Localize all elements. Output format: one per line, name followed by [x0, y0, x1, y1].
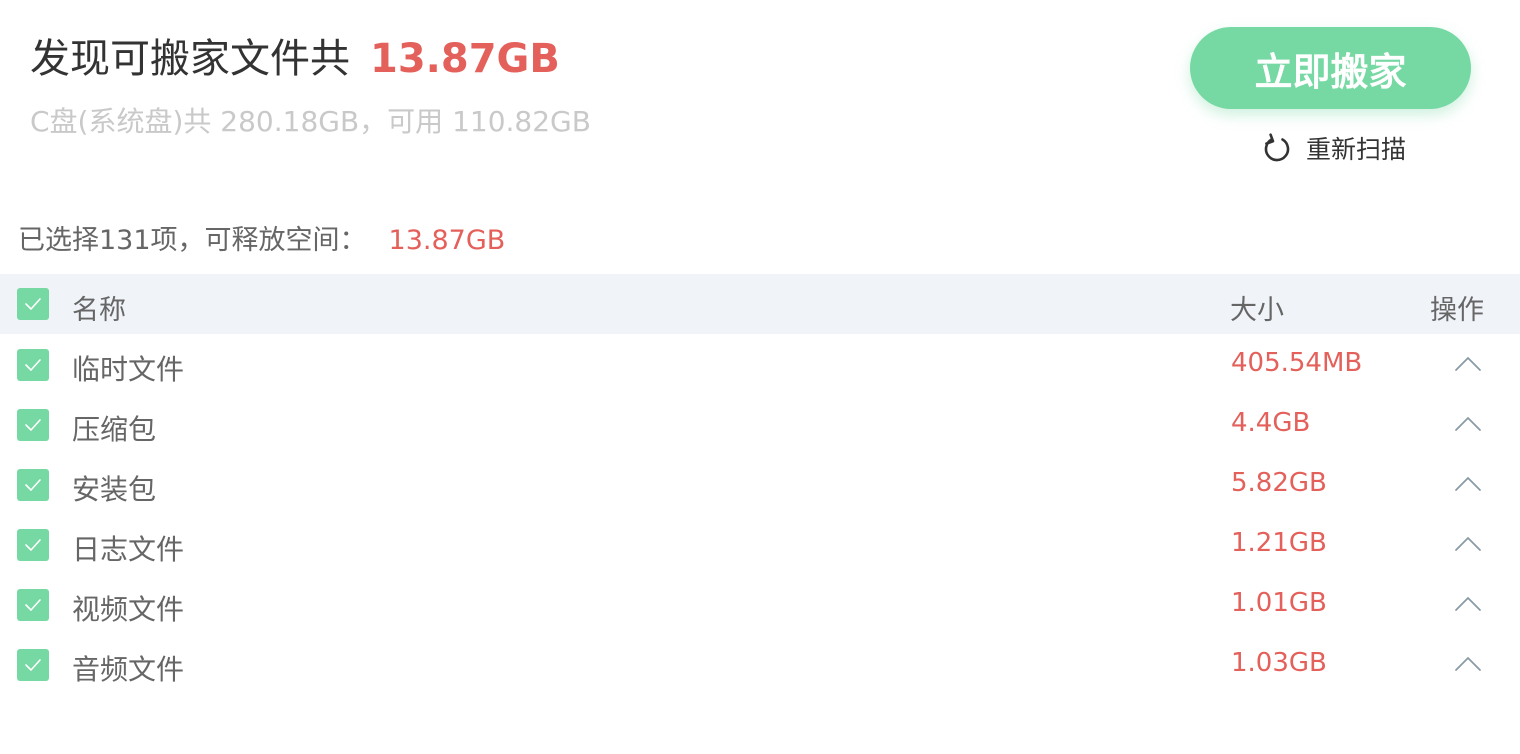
table-row: 音频文件 1.03GB — [0, 634, 1520, 694]
row-checkbox[interactable] — [17, 529, 49, 561]
select-all-checkbox[interactable] — [17, 288, 49, 320]
row-name: 临时文件 — [72, 353, 185, 386]
checkmark-icon — [25, 359, 41, 371]
rescan-button[interactable]: 重新扫描 — [1262, 130, 1406, 166]
chevron-up-icon[interactable] — [1453, 654, 1483, 674]
table-row: 临时文件 405.54MB — [0, 334, 1520, 394]
title-row: 发现可搬家文件共 13.87GB — [30, 26, 560, 84]
column-header-action: 操作 — [1430, 295, 1484, 326]
file-migration-panel: 发现可搬家文件共 13.87GB C盘(系统盘)共 280.18GB，可用 11… — [0, 0, 1520, 754]
row-name: 日志文件 — [72, 533, 185, 566]
row-name: 音频文件 — [72, 653, 185, 686]
rescan-label: 重新扫描 — [1306, 135, 1407, 164]
checkmark-icon — [25, 659, 41, 671]
table-row: 视频文件 1.01GB — [0, 574, 1520, 634]
table-row: 日志文件 1.21GB — [0, 514, 1520, 574]
row-checkbox[interactable] — [17, 649, 49, 681]
summary-size: 13.87GB — [388, 225, 506, 256]
row-size: 1.21GB — [1231, 528, 1327, 558]
total-size: 13.87GB — [370, 36, 560, 82]
column-header-size: 大小 — [1230, 295, 1284, 326]
checkmark-icon — [25, 479, 41, 491]
page-title: 发现可搬家文件共 — [30, 36, 350, 82]
table-row: 安装包 5.82GB — [0, 454, 1520, 514]
disk-info: C盘(系统盘)共 280.18GB，可用 110.82GB — [30, 105, 591, 138]
row-size: 405.54MB — [1231, 348, 1363, 378]
chevron-up-icon[interactable] — [1453, 414, 1483, 434]
file-category-list: 临时文件 405.54MB 压缩包 4.4GB 安装包 5.82GB 日志文件 … — [0, 334, 1520, 694]
move-now-button[interactable]: 立即搬家 — [1190, 27, 1471, 109]
row-name: 视频文件 — [72, 593, 185, 626]
summary-prefix: 已选择131项，可释放空间： — [18, 225, 367, 256]
row-size: 4.4GB — [1231, 408, 1311, 438]
chevron-up-icon[interactable] — [1453, 594, 1483, 614]
row-name: 压缩包 — [72, 413, 157, 446]
table-header: 名称 大小 操作 — [0, 274, 1520, 334]
checkmark-icon — [25, 539, 41, 551]
row-size: 5.82GB — [1231, 468, 1327, 498]
row-checkbox[interactable] — [17, 589, 49, 621]
row-checkbox[interactable] — [17, 349, 49, 381]
row-name: 安装包 — [72, 473, 157, 506]
row-size: 1.03GB — [1231, 648, 1327, 678]
row-checkbox[interactable] — [17, 409, 49, 441]
chevron-up-icon[interactable] — [1453, 354, 1483, 374]
checkmark-icon — [25, 419, 41, 431]
selection-summary: 已选择131项，可释放空间： 13.87GB — [18, 218, 505, 257]
row-size: 1.01GB — [1231, 588, 1327, 618]
checkmark-icon — [25, 599, 41, 611]
table-row: 压缩包 4.4GB — [0, 394, 1520, 454]
refresh-icon — [1262, 133, 1292, 163]
column-header-name: 名称 — [72, 295, 126, 326]
checkmark-icon — [25, 298, 41, 310]
chevron-up-icon[interactable] — [1453, 534, 1483, 554]
chevron-up-icon[interactable] — [1453, 474, 1483, 494]
row-checkbox[interactable] — [17, 469, 49, 501]
